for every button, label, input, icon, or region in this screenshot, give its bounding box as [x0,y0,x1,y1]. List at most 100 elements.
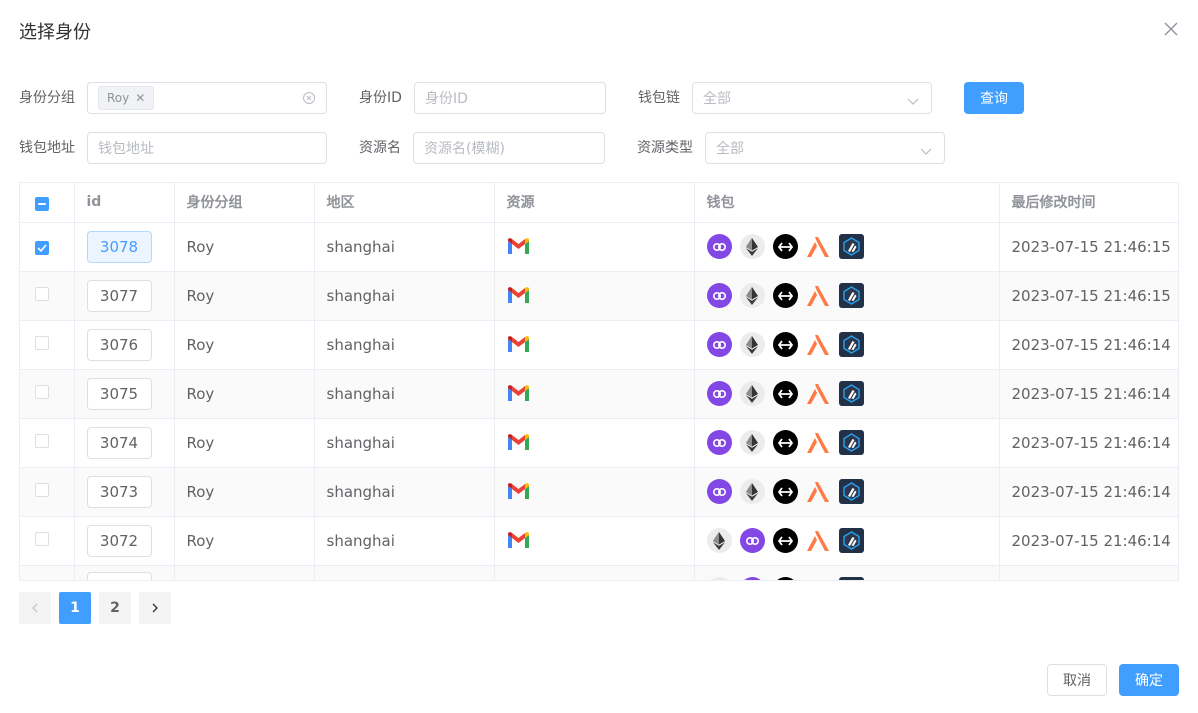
row-checkbox[interactable] [35,482,49,497]
id-badge[interactable]: 3072 [86,524,152,557]
resource-input-placeholder: 资源名(模糊) [424,141,505,157]
gmail-icon [507,580,530,581]
resource-type-select[interactable]: 全部 [705,132,945,164]
row-checkbox[interactable] [35,240,49,255]
row-checkbox[interactable] [35,433,49,448]
resource-cell [494,516,695,566]
group-cell [174,565,315,580]
row-checkbox[interactable] [35,384,49,399]
chain-select[interactable]: 全部 [692,82,932,114]
resource-cell [494,369,695,419]
id-badge[interactable]: 3078 [86,230,152,263]
table-row[interactable]: 3076 Roy shanghai 2023-07-15 21:46:14 [20,320,1178,370]
header-region: 地区 [314,183,495,223]
modified-cell: 2023-07-15 21:46:14 [999,418,1178,468]
group-filter-label: 身份分组 [19,90,75,106]
confirm-button[interactable]: 确定 [1119,664,1179,696]
row-select-cell[interactable] [20,467,75,517]
table-row[interactable] [20,565,1178,582]
avalanche-icon [806,430,831,455]
resource-cell [494,320,695,370]
region-cell [314,565,495,580]
region-cell: shanghai [314,467,495,517]
id-badge[interactable]: 3077 [86,279,152,312]
address-input-placeholder: 钱包地址 [98,141,154,157]
ethereum-icon [739,234,765,259]
cancel-button[interactable]: 取消 [1047,664,1107,696]
ethereum-icon [739,283,765,308]
wallet-cell [694,467,1000,517]
resource-input[interactable]: 资源名(模糊) [413,132,605,164]
id-badge[interactable]: 3073 [86,475,152,508]
page-2-button[interactable]: 2 [99,592,131,624]
table-row[interactable]: 3077 Roy shanghai 2023-07-15 21:46:15 [20,271,1178,321]
id-cell: 3072 [74,516,175,566]
modified-cell: 2023-07-15 21:46:14 [999,516,1178,566]
table-header-row: id 身份分组 地区 资源 钱包 最后修改时间 [20,183,1178,223]
row-select-cell[interactable] [20,565,75,582]
row-checkbox[interactable] [35,531,49,546]
polygon-icon [706,283,732,308]
page-1-button[interactable]: 1 [59,592,91,624]
chain-filter-label: 钱包链 [638,90,680,106]
gmail-icon [507,237,530,259]
clear-icon[interactable] [302,91,316,105]
table-row[interactable]: 3072 Roy shanghai 2023-07-15 21:46:14 [20,516,1178,566]
group-select[interactable]: Roy ✕ [87,82,327,114]
arbitrum-icon [838,381,864,406]
table-row[interactable]: 3074 Roy shanghai 2023-07-15 21:46:14 [20,418,1178,468]
address-filter-label: 钱包地址 [19,140,75,156]
id-input[interactable]: 身份ID [414,82,606,114]
row-select-cell[interactable] [20,222,75,272]
row-select-cell[interactable] [20,516,75,566]
polygon-icon [706,332,732,357]
tag-close-icon[interactable]: ✕ [135,91,145,105]
region-cell: shanghai [314,222,495,272]
next-page-button[interactable] [139,592,171,624]
prev-page-button[interactable] [19,592,51,624]
row-checkbox[interactable] [35,581,49,582]
row-select-cell[interactable] [20,271,75,321]
table-row[interactable]: 3078 Roy shanghai 2023-07-15 21:46:15 [20,222,1178,272]
resource-cell [494,271,695,321]
id-badge[interactable]: 3074 [86,426,152,459]
table-row[interactable]: 3075 Roy shanghai 2023-07-15 21:46:14 [20,369,1178,419]
row-checkbox[interactable] [35,335,49,350]
region-cell: shanghai [314,320,495,370]
id-cell: 3077 [74,271,175,321]
id-badge[interactable]: 3075 [86,377,152,410]
header-id: id [74,183,175,223]
wallet-cell [694,516,1000,566]
swap-icon [772,234,798,259]
query-button[interactable]: 查询 [964,82,1024,114]
header-resource: 资源 [494,183,695,223]
select-all-checkbox[interactable] [35,197,49,212]
gmail-icon [507,531,530,553]
row-select-cell[interactable] [20,369,75,419]
address-input[interactable]: 钱包地址 [87,132,327,164]
id-cell: 3076 [74,320,175,370]
id-cell: 3075 [74,369,175,419]
modified-cell [999,565,1178,580]
select-all-cell[interactable] [20,183,75,223]
group-tag-label: Roy [107,91,130,105]
resource-cell [494,467,695,517]
close-icon[interactable] [1164,22,1180,38]
chevron-down-icon [920,144,932,155]
id-badge[interactable] [86,571,152,580]
row-checkbox[interactable] [35,286,49,301]
polygon-icon [706,430,732,455]
wallet-cell [694,222,1000,272]
gmail-icon [507,286,530,308]
id-badge[interactable]: 3076 [86,328,152,361]
row-select-cell[interactable] [20,418,75,468]
row-select-cell[interactable] [20,320,75,370]
group-cell: Roy [174,418,315,468]
arbitrum-icon [838,234,864,259]
resource-type-filter-label: 资源类型 [637,140,693,156]
polygon-icon [739,577,765,580]
table-row[interactable]: 3073 Roy shanghai 2023-07-15 21:46:14 [20,467,1178,517]
ethereum-icon [739,430,765,455]
header-wallet: 钱包 [694,183,1000,223]
swap-icon [772,381,798,406]
